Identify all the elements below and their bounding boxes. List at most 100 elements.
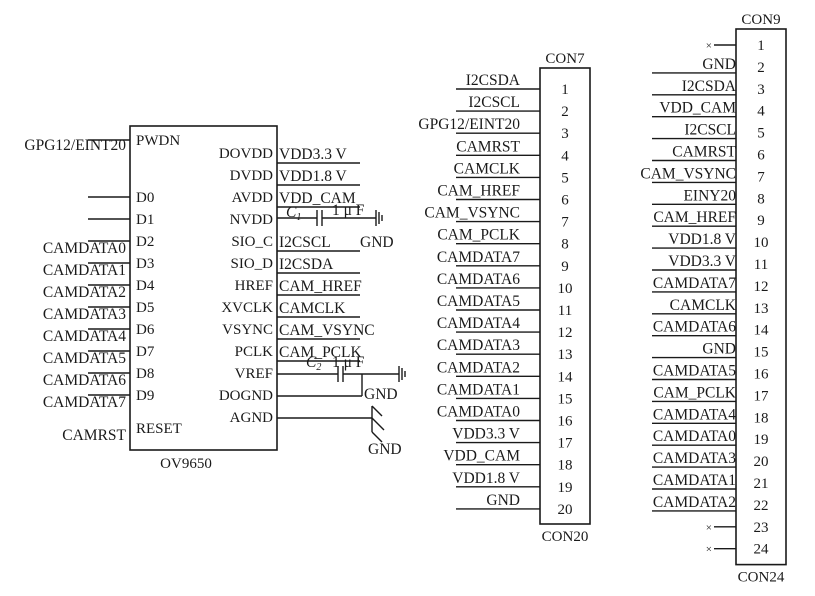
pin-number: 14 — [558, 369, 574, 385]
net-label-vdd-cam: VDD_CAM — [659, 100, 736, 117]
net-label-camclk: CAMCLK — [454, 160, 521, 177]
ic-pin-sio-d: SIO_D — [230, 256, 273, 272]
ic-pin-d3: D3 — [136, 256, 154, 272]
pin-number: 3 — [561, 126, 569, 142]
net-label-cam-href: CAM_HREF — [279, 278, 362, 295]
pin-number: 5 — [757, 126, 765, 142]
net-label-i2csda: I2CSDA — [279, 256, 334, 273]
net-label-camdata4: CAMDATA4 — [43, 328, 126, 345]
connector-footer: CON24 — [738, 570, 785, 586]
pin-number: 19 — [558, 480, 573, 496]
pin-number: 2 — [561, 104, 569, 120]
net-label-camdata3: CAMDATA3 — [437, 337, 520, 354]
pin-number: 9 — [757, 213, 765, 229]
pin-number: 23 — [754, 520, 769, 536]
ic-pin-d0: D0 — [136, 190, 154, 206]
ground-icon — [375, 210, 383, 226]
net-label-vdd1-8-v: VDD1.8 V — [452, 470, 521, 487]
net-label-camdata2: CAMDATA2 — [653, 494, 736, 511]
pin-number: 22 — [754, 498, 769, 514]
connector-con7: CON7 CON20 1 I2CSDA 2 I2CSCL 3 GPG12/EINT20 4 CAM… — [418, 51, 591, 545]
pin-number: 3 — [757, 82, 765, 98]
pin-number: 14 — [754, 323, 770, 339]
net-label-camclk: CAMCLK — [279, 300, 346, 317]
ic-pin-d9: D9 — [136, 388, 154, 404]
ic-pin-avdd: AVDD — [232, 190, 274, 206]
pin-number: 17 — [558, 436, 574, 452]
pin-number: 15 — [754, 345, 769, 361]
pin-number: 20 — [754, 454, 769, 470]
net-label-camdata5: CAMDATA5 — [653, 363, 736, 380]
ic-pin-d1: D1 — [136, 212, 154, 228]
net-label-camdata7: CAMDATA7 — [653, 275, 736, 292]
pin-number: 16 — [558, 414, 574, 430]
pin-number: 6 — [757, 148, 765, 164]
c1-value: 1 μ F — [332, 202, 365, 219]
ic-pin-pclk: PCLK — [235, 344, 274, 360]
pin-number: 18 — [558, 458, 573, 474]
net-label-gpg12-eint20: GPG12/EINT20 — [24, 137, 126, 154]
ic-pin-d6: D6 — [136, 322, 155, 338]
pin-number: 8 — [561, 237, 569, 253]
net-label-camdata3: CAMDATA3 — [43, 306, 126, 323]
pin-number: 9 — [561, 259, 569, 275]
net-label-camrst: CAMRST — [62, 427, 126, 444]
pin-number: 4 — [561, 148, 569, 164]
net-label-gnd: GND — [702, 341, 736, 358]
net-label-camdata0: CAMDATA0 — [43, 240, 126, 257]
pin-number: 6 — [561, 193, 569, 209]
ic-pin-sio-c: SIO_C — [231, 234, 273, 250]
connector-con9: CON9 CON24 1 × 2 GND 3 I2CSDA 4 VDD_CAM 5 I2CSCL 6 CA… — [640, 12, 787, 586]
connector-title: CON9 — [741, 12, 780, 28]
net-label-i2cscl: I2CSCL — [684, 122, 736, 139]
net-label-camdata0: CAMDATA0 — [653, 428, 736, 445]
net-label-camrst: CAMRST — [672, 144, 736, 161]
pin-number: 16 — [754, 367, 770, 383]
pin-number: 24 — [754, 542, 770, 558]
net-label-camdata5: CAMDATA5 — [437, 293, 520, 310]
net-label-cam-vsync: CAM_VSYNC — [640, 165, 736, 182]
ic-pin-agnd: AGND — [230, 410, 273, 426]
pin-number: 20 — [558, 502, 573, 518]
ic-pin-dvdd: DVDD — [230, 168, 273, 184]
gnd-label-agnd: GND — [368, 441, 402, 458]
pin-number: 15 — [558, 391, 573, 407]
net-label-vdd3-3-v: VDD3.3 V — [452, 426, 521, 443]
net-label-vdd1-8-v: VDD1.8 V — [279, 168, 348, 185]
pin-number: 5 — [561, 170, 569, 186]
ic-pin-d2: D2 — [136, 234, 154, 250]
net-label-vdd-cam: VDD_CAM — [443, 448, 520, 465]
chassis-ground-icon — [371, 405, 385, 443]
net-label-cam-href: CAM_HREF — [437, 183, 520, 200]
ic-pin-xvclk: XVCLK — [221, 300, 273, 316]
gnd-label-c1: GND — [360, 234, 394, 251]
net-label-vdd1-8-v: VDD1.8 V — [668, 231, 737, 248]
pin-number: 21 — [754, 476, 769, 492]
ic-pin-href: HREF — [235, 278, 273, 294]
net-label-cam-pclk: CAM_PCLK — [437, 227, 520, 244]
net-label-camdata1: CAMDATA1 — [437, 381, 520, 398]
c2-value: 1 μ F — [332, 354, 365, 371]
pin-number: 2 — [757, 60, 765, 76]
no-connect-icon: × — [706, 544, 712, 556]
net-label-i2cscl: I2CSCL — [279, 234, 331, 251]
net-label-i2csda: I2CSDA — [682, 78, 737, 95]
pin-number: 12 — [754, 279, 769, 295]
ic-part-label: OV9650 — [160, 456, 212, 472]
ic-pin-d4: D4 — [136, 278, 155, 294]
net-label-vdd3-3-v: VDD3.3 V — [668, 253, 737, 270]
ic-pin-d5: D5 — [136, 300, 154, 316]
net-label-gpg12-eint20: GPG12/EINT20 — [418, 116, 520, 133]
net-label-i2cscl: I2CSCL — [468, 94, 520, 111]
net-label-camdata7: CAMDATA7 — [437, 249, 520, 266]
net-label-cam-pclk: CAM_PCLK — [653, 384, 736, 401]
ic-pin-d7: D7 — [136, 344, 155, 360]
ic-pin-reset: RESET — [136, 421, 182, 437]
net-label-i2csda: I2CSDA — [466, 72, 521, 89]
net-label-camdata3: CAMDATA3 — [653, 450, 736, 467]
schematic-diagram: OV9650 PWDN GPG12/EINT20 D0 D1 D2 CAMDATA0 D3 C… — [24, 12, 787, 586]
pin-number: 11 — [558, 303, 572, 319]
pin-number: 13 — [754, 301, 769, 317]
net-label-camdata4: CAMDATA4 — [653, 406, 736, 423]
connector-footer: CON20 — [542, 529, 589, 545]
